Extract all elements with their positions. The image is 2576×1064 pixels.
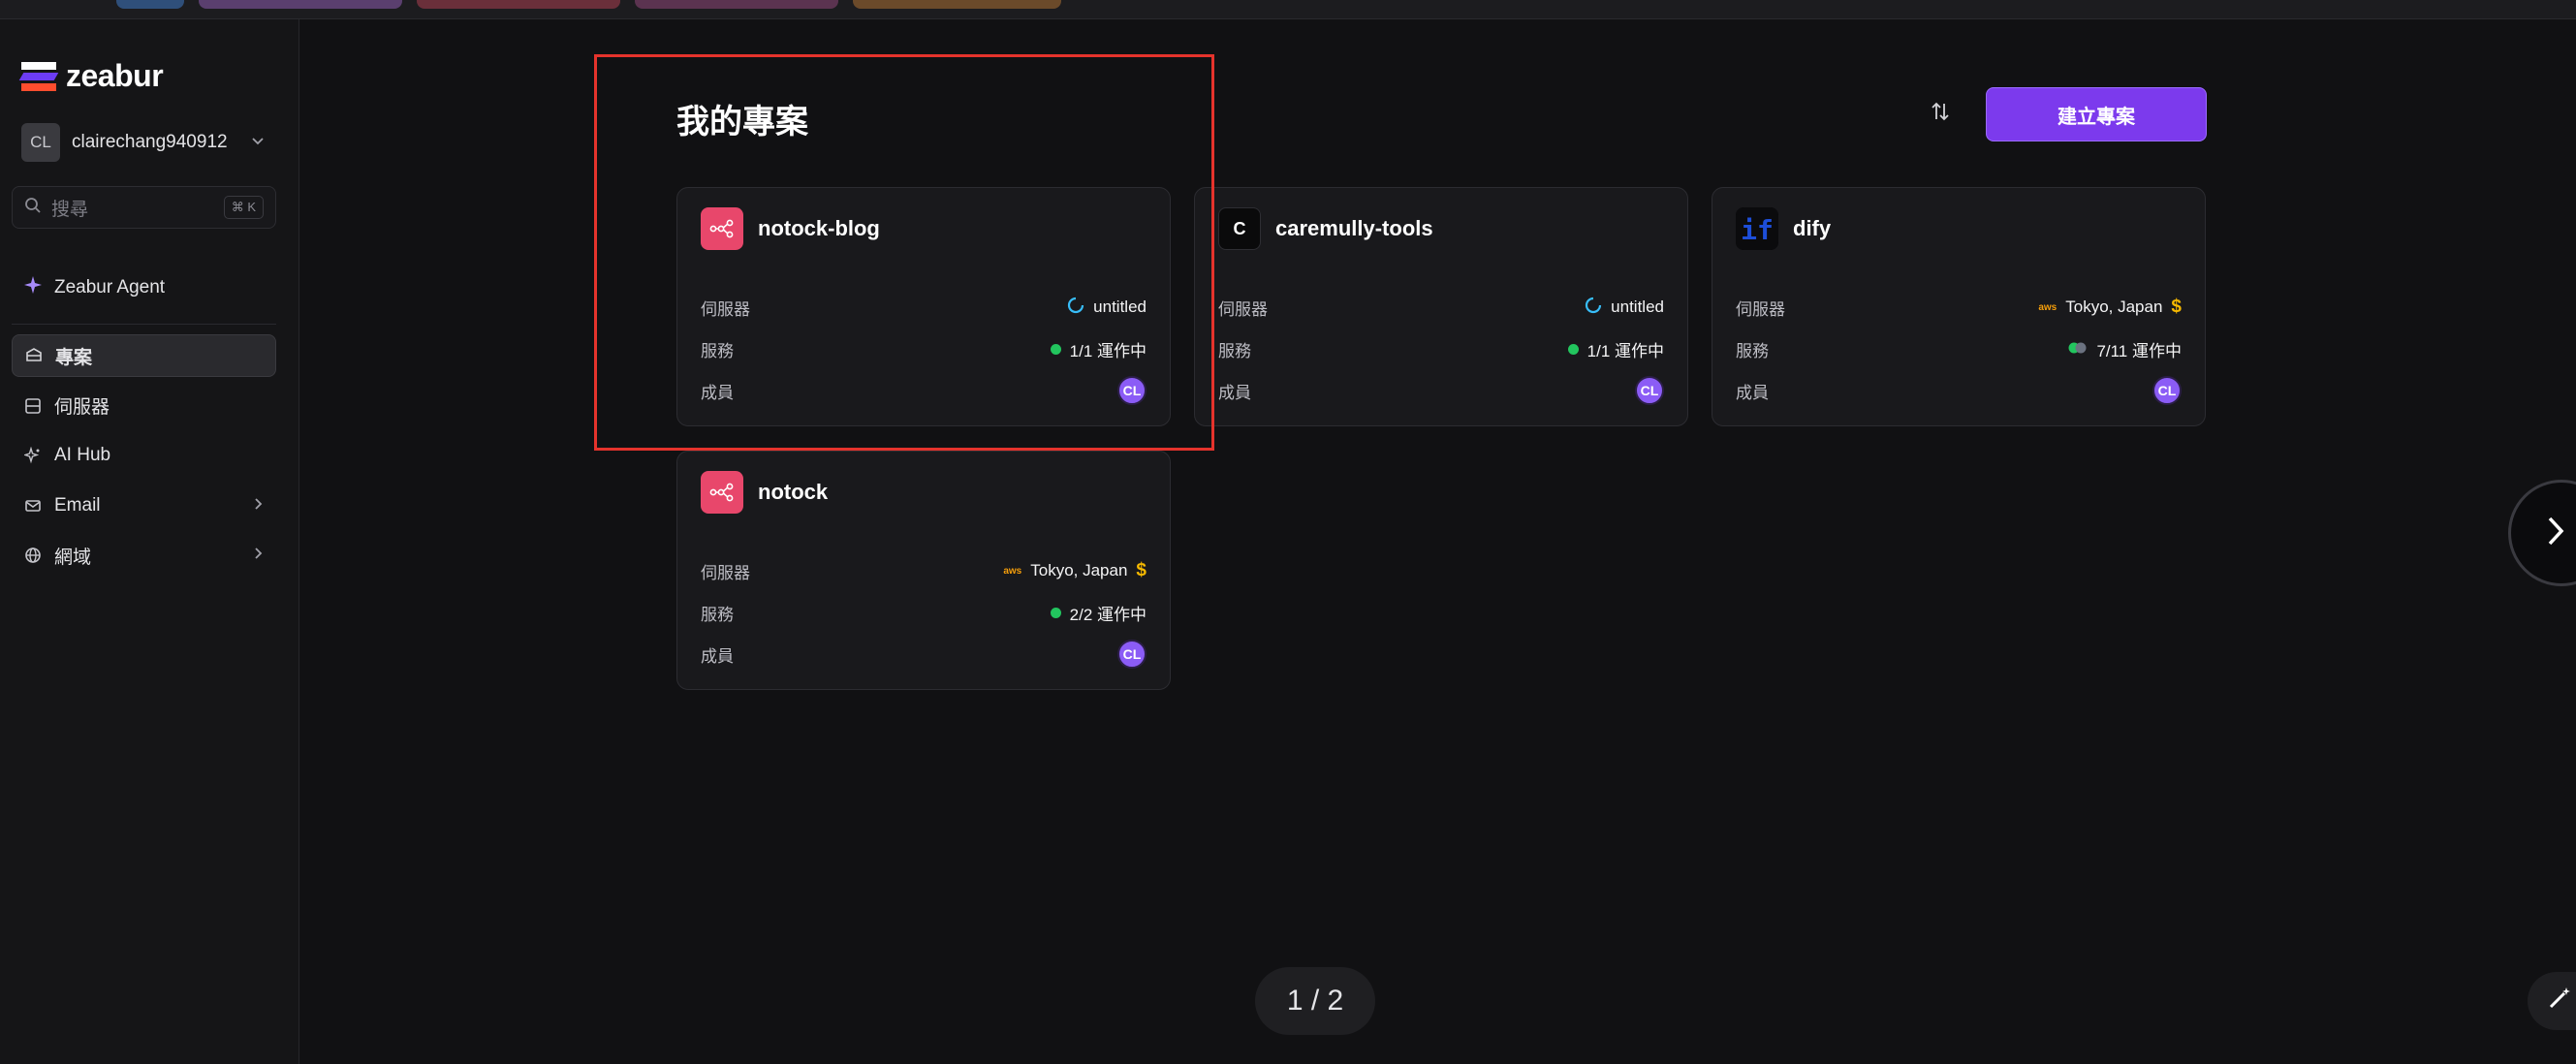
- chevron-right-icon: [251, 545, 265, 566]
- chevron-right-icon: [251, 495, 265, 516]
- service-label: 服務: [1736, 341, 1769, 360]
- magic-wand-button[interactable]: [2528, 972, 2576, 1030]
- chevron-down-icon: [250, 133, 266, 153]
- partial-status-icon: [2068, 339, 2088, 359]
- members-label: 成員: [1218, 383, 1251, 402]
- zeabur-logo-icon: [18, 61, 59, 91]
- server-value: untitled: [1611, 297, 1664, 316]
- status-dot: [1567, 343, 1579, 355]
- sort-button[interactable]: [1927, 100, 1954, 127]
- page-indicator: 1 / 2: [1255, 967, 1375, 1035]
- account-name: clairechang940912: [72, 132, 228, 152]
- sidebar-item-servers[interactable]: 伺服器: [12, 385, 276, 427]
- dollar-icon: $: [1136, 560, 1147, 580]
- server-label: 伺服器: [701, 563, 750, 582]
- create-project-button[interactable]: 建立專案: [1986, 87, 2207, 141]
- project-letter-icon: C: [1218, 207, 1261, 250]
- project-name: dify: [1793, 216, 1832, 240]
- search-placeholder: 搜尋: [51, 199, 89, 220]
- sidebar-item-domains[interactable]: 網域: [12, 534, 276, 577]
- globe-icon: [23, 546, 43, 565]
- members-label: 成員: [701, 646, 734, 666]
- search-icon: [24, 197, 42, 219]
- sidebar-divider: [12, 324, 276, 325]
- service-status: 1/1 運作中: [1586, 341, 1664, 360]
- next-page-button[interactable]: [2508, 480, 2576, 586]
- project-card-notock[interactable]: notock 伺服器 aws Tokyo, Japan $ 服務 2/2 運作中…: [676, 451, 1171, 690]
- sidebar-item-ai-hub[interactable]: AI Hub: [12, 434, 276, 477]
- aws-logo: aws: [1003, 565, 1022, 577]
- zeabur-agent-link[interactable]: Zeabur Agent: [23, 275, 165, 300]
- loading-icon: [1585, 297, 1602, 319]
- sidebar-item-label: Email: [54, 494, 101, 516]
- project-card-dify[interactable]: if dify 伺服器 aws Tokyo, Japan $ 服務 7/11 運…: [1712, 187, 2206, 426]
- dify-logo-icon: if: [1736, 207, 1778, 250]
- svg-text:if: if: [1741, 214, 1774, 246]
- sidebar-item-label: 伺服器: [54, 397, 110, 418]
- member-avatar: CL: [1635, 376, 1664, 405]
- server-label: 伺服器: [1736, 299, 1785, 319]
- sparkle-icon: [23, 446, 43, 465]
- chevron-right-icon: [2544, 515, 2567, 552]
- member-avatar: CL: [2152, 376, 2182, 405]
- service-label: 服務: [701, 605, 734, 624]
- dollar-icon: $: [2171, 297, 2182, 317]
- sort-icon: [1929, 100, 1952, 128]
- browser-bookmark-bar: [0, 0, 2576, 19]
- server-icon: [23, 396, 43, 416]
- aws-logo: aws: [2038, 301, 2058, 313]
- sidebar-item-projects[interactable]: 專案: [12, 334, 276, 377]
- agent-label: Zeabur Agent: [54, 277, 166, 297]
- server-label: 伺服器: [1218, 299, 1268, 319]
- box-icon: [24, 346, 44, 365]
- members-label: 成員: [1736, 383, 1769, 402]
- mail-icon: [23, 496, 43, 516]
- member-avatar: CL: [1117, 640, 1147, 669]
- zeabur-logo[interactable]: zeabur: [18, 58, 164, 94]
- sidebar-item-label: 網域: [54, 547, 92, 568]
- sidebar-nav: 專案 伺服器 AI Hub Email 網域: [12, 334, 276, 584]
- sparkle-icon: [23, 275, 43, 300]
- account-avatar: CL: [21, 123, 60, 162]
- service-label: 服務: [1218, 341, 1251, 360]
- account-switcher[interactable]: CL clairechang940912: [21, 123, 266, 162]
- logo-text: zeabur: [66, 58, 164, 93]
- sidebar-item-label: AI Hub: [54, 445, 111, 465]
- magic-wand-icon: [2547, 986, 2572, 1017]
- project-name: caremully-tools: [1275, 216, 1433, 240]
- project-name: notock: [758, 480, 829, 504]
- search-shortcut: ⌘ K: [223, 196, 264, 219]
- highlight-box: [594, 54, 1214, 451]
- sidebar: zeabur CL clairechang940912 搜尋 ⌘ K Zeabu…: [0, 19, 299, 1064]
- server-value: Tokyo, Japan: [2065, 297, 2163, 316]
- service-status: 7/11 運作中: [2096, 341, 2182, 360]
- server-value: Tokyo, Japan: [1030, 561, 1128, 579]
- share-icon: [701, 471, 743, 514]
- sidebar-item-label: 專案: [55, 347, 93, 368]
- search-input[interactable]: 搜尋 ⌘ K: [12, 186, 276, 229]
- sidebar-item-email[interactable]: Email: [12, 485, 276, 527]
- status-dot: [1050, 607, 1061, 618]
- service-status: 2/2 運作中: [1069, 605, 1147, 624]
- project-card-caremully-tools[interactable]: C caremully-tools 伺服器 untitled 服務 1/1 運作…: [1194, 187, 1688, 426]
